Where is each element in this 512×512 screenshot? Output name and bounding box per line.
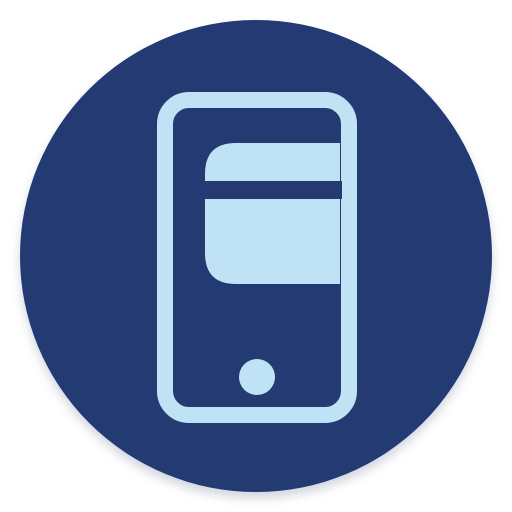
card-icon — [205, 143, 340, 284]
phone-card-app-icon[interactable] — [0, 0, 512, 512]
card-stripe-cutout — [194, 181, 342, 199]
phone-home-button-icon — [239, 359, 275, 395]
app-icon-stage — [0, 0, 512, 512]
